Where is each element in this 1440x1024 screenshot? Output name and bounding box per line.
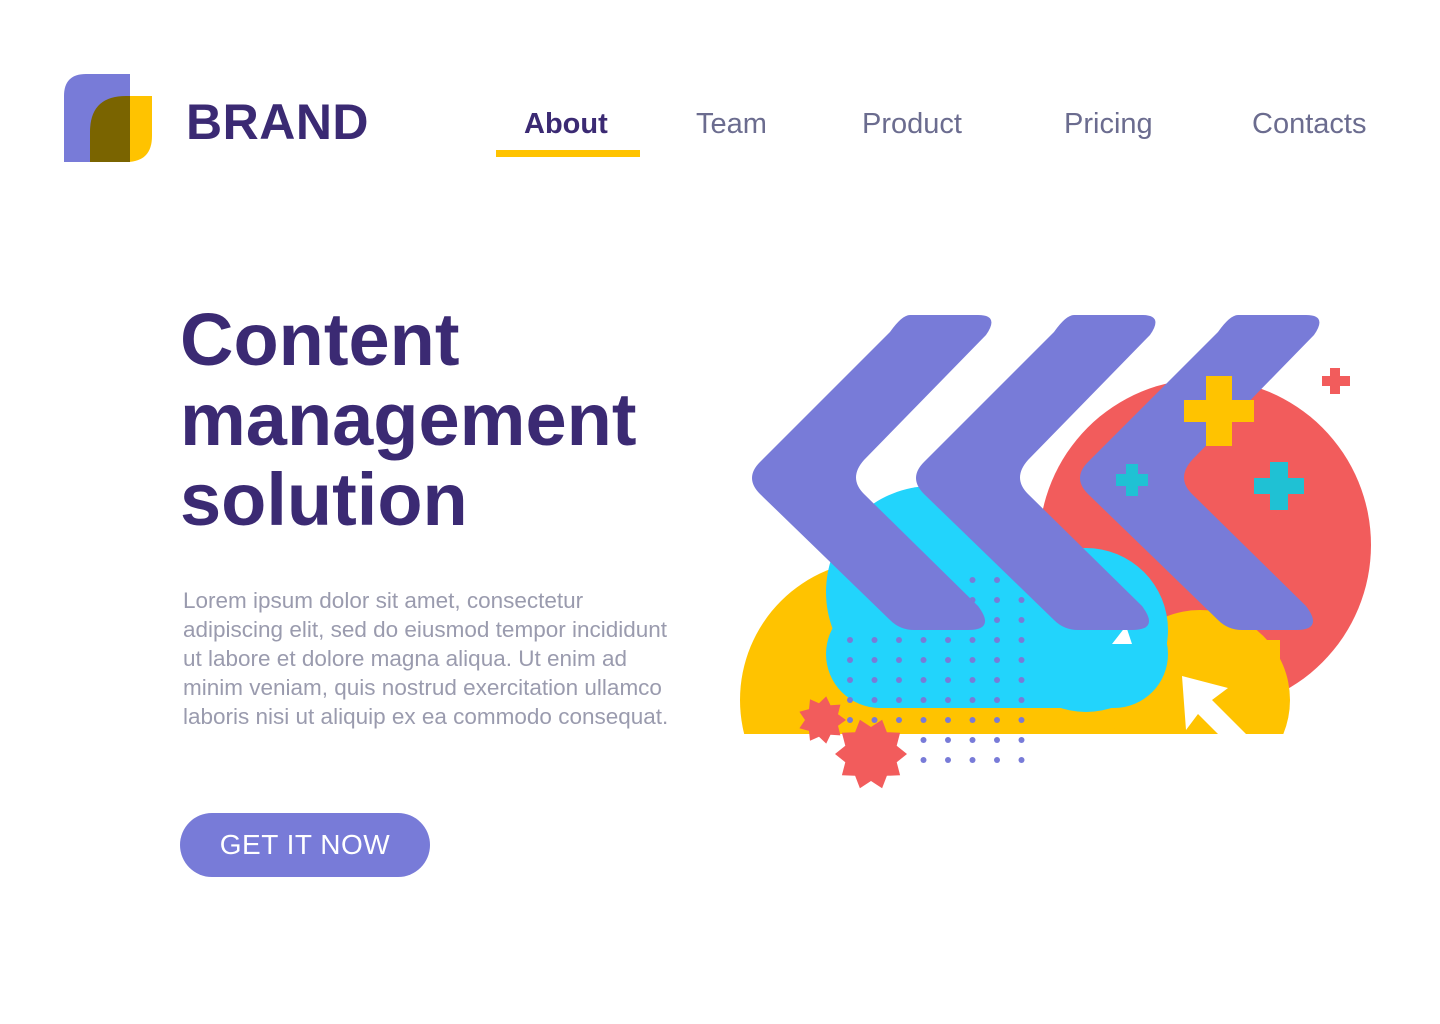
get-it-now-button[interactable]: GET IT NOW <box>180 813 430 877</box>
dot <box>945 657 951 663</box>
dot <box>896 717 902 723</box>
dot <box>945 637 951 643</box>
hero-title-line: Content <box>180 298 460 381</box>
dot <box>994 577 1000 583</box>
dot <box>969 657 976 663</box>
dot <box>994 697 1000 703</box>
dot <box>945 717 951 723</box>
hero-description: Lorem ipsum dolor sit amet, consectetur … <box>183 588 669 729</box>
dot <box>920 697 927 703</box>
dot <box>945 737 951 743</box>
dot <box>871 717 878 723</box>
hero-title: Content management solution <box>180 300 740 540</box>
dot <box>1018 657 1025 663</box>
dot <box>969 757 976 763</box>
dot <box>920 677 927 683</box>
dot <box>871 697 878 703</box>
dot <box>1018 717 1025 723</box>
dot <box>920 737 927 743</box>
hero-title-line: management <box>180 378 637 461</box>
dot <box>847 637 853 643</box>
dot <box>1018 637 1025 643</box>
dot <box>969 697 976 703</box>
dot <box>994 657 1000 663</box>
dot <box>896 697 902 703</box>
dot <box>920 757 927 763</box>
dot <box>896 637 902 643</box>
nav-item-about[interactable]: About <box>524 104 608 144</box>
nav-item-pricing[interactable]: Pricing <box>1064 104 1153 144</box>
nav-item-contacts[interactable]: Contacts <box>1252 104 1366 144</box>
dot <box>1018 697 1025 703</box>
dot <box>994 617 1000 623</box>
dot <box>1018 757 1025 763</box>
dot <box>994 597 1000 603</box>
dot <box>920 657 927 663</box>
dot <box>920 637 927 643</box>
dot <box>871 677 878 683</box>
dot <box>896 677 902 683</box>
dot <box>994 737 1000 743</box>
dot <box>945 697 951 703</box>
dot <box>969 577 976 583</box>
red-plus-icon <box>1322 368 1350 394</box>
dot <box>871 657 878 663</box>
dot <box>969 717 976 723</box>
dot <box>945 757 951 763</box>
dot <box>1018 597 1025 603</box>
hero-title-line: solution <box>180 458 468 541</box>
dot <box>969 677 976 683</box>
dot <box>994 717 1000 723</box>
dot <box>847 657 853 663</box>
nav-item-team[interactable]: Team <box>696 104 767 144</box>
nav-item-product[interactable]: Product <box>862 104 962 144</box>
dot <box>847 697 853 703</box>
dot <box>994 637 1000 643</box>
dot <box>847 717 853 723</box>
dot <box>945 677 951 683</box>
dot <box>994 757 1000 763</box>
dot <box>871 637 878 643</box>
dot <box>920 717 927 723</box>
dot <box>994 677 1000 683</box>
dot <box>847 677 853 683</box>
hero-illustration <box>740 315 1371 789</box>
dot <box>1018 677 1025 683</box>
dot <box>1018 737 1025 743</box>
nav-active-indicator <box>496 150 640 157</box>
dot <box>969 737 976 743</box>
dot <box>1018 617 1025 623</box>
main-nav: About Team Product Pricing Contacts <box>0 104 1440 164</box>
dot <box>969 637 976 643</box>
dot <box>896 657 902 663</box>
landing-page: BRAND About Team Product Pricing Contact… <box>0 0 1440 1024</box>
